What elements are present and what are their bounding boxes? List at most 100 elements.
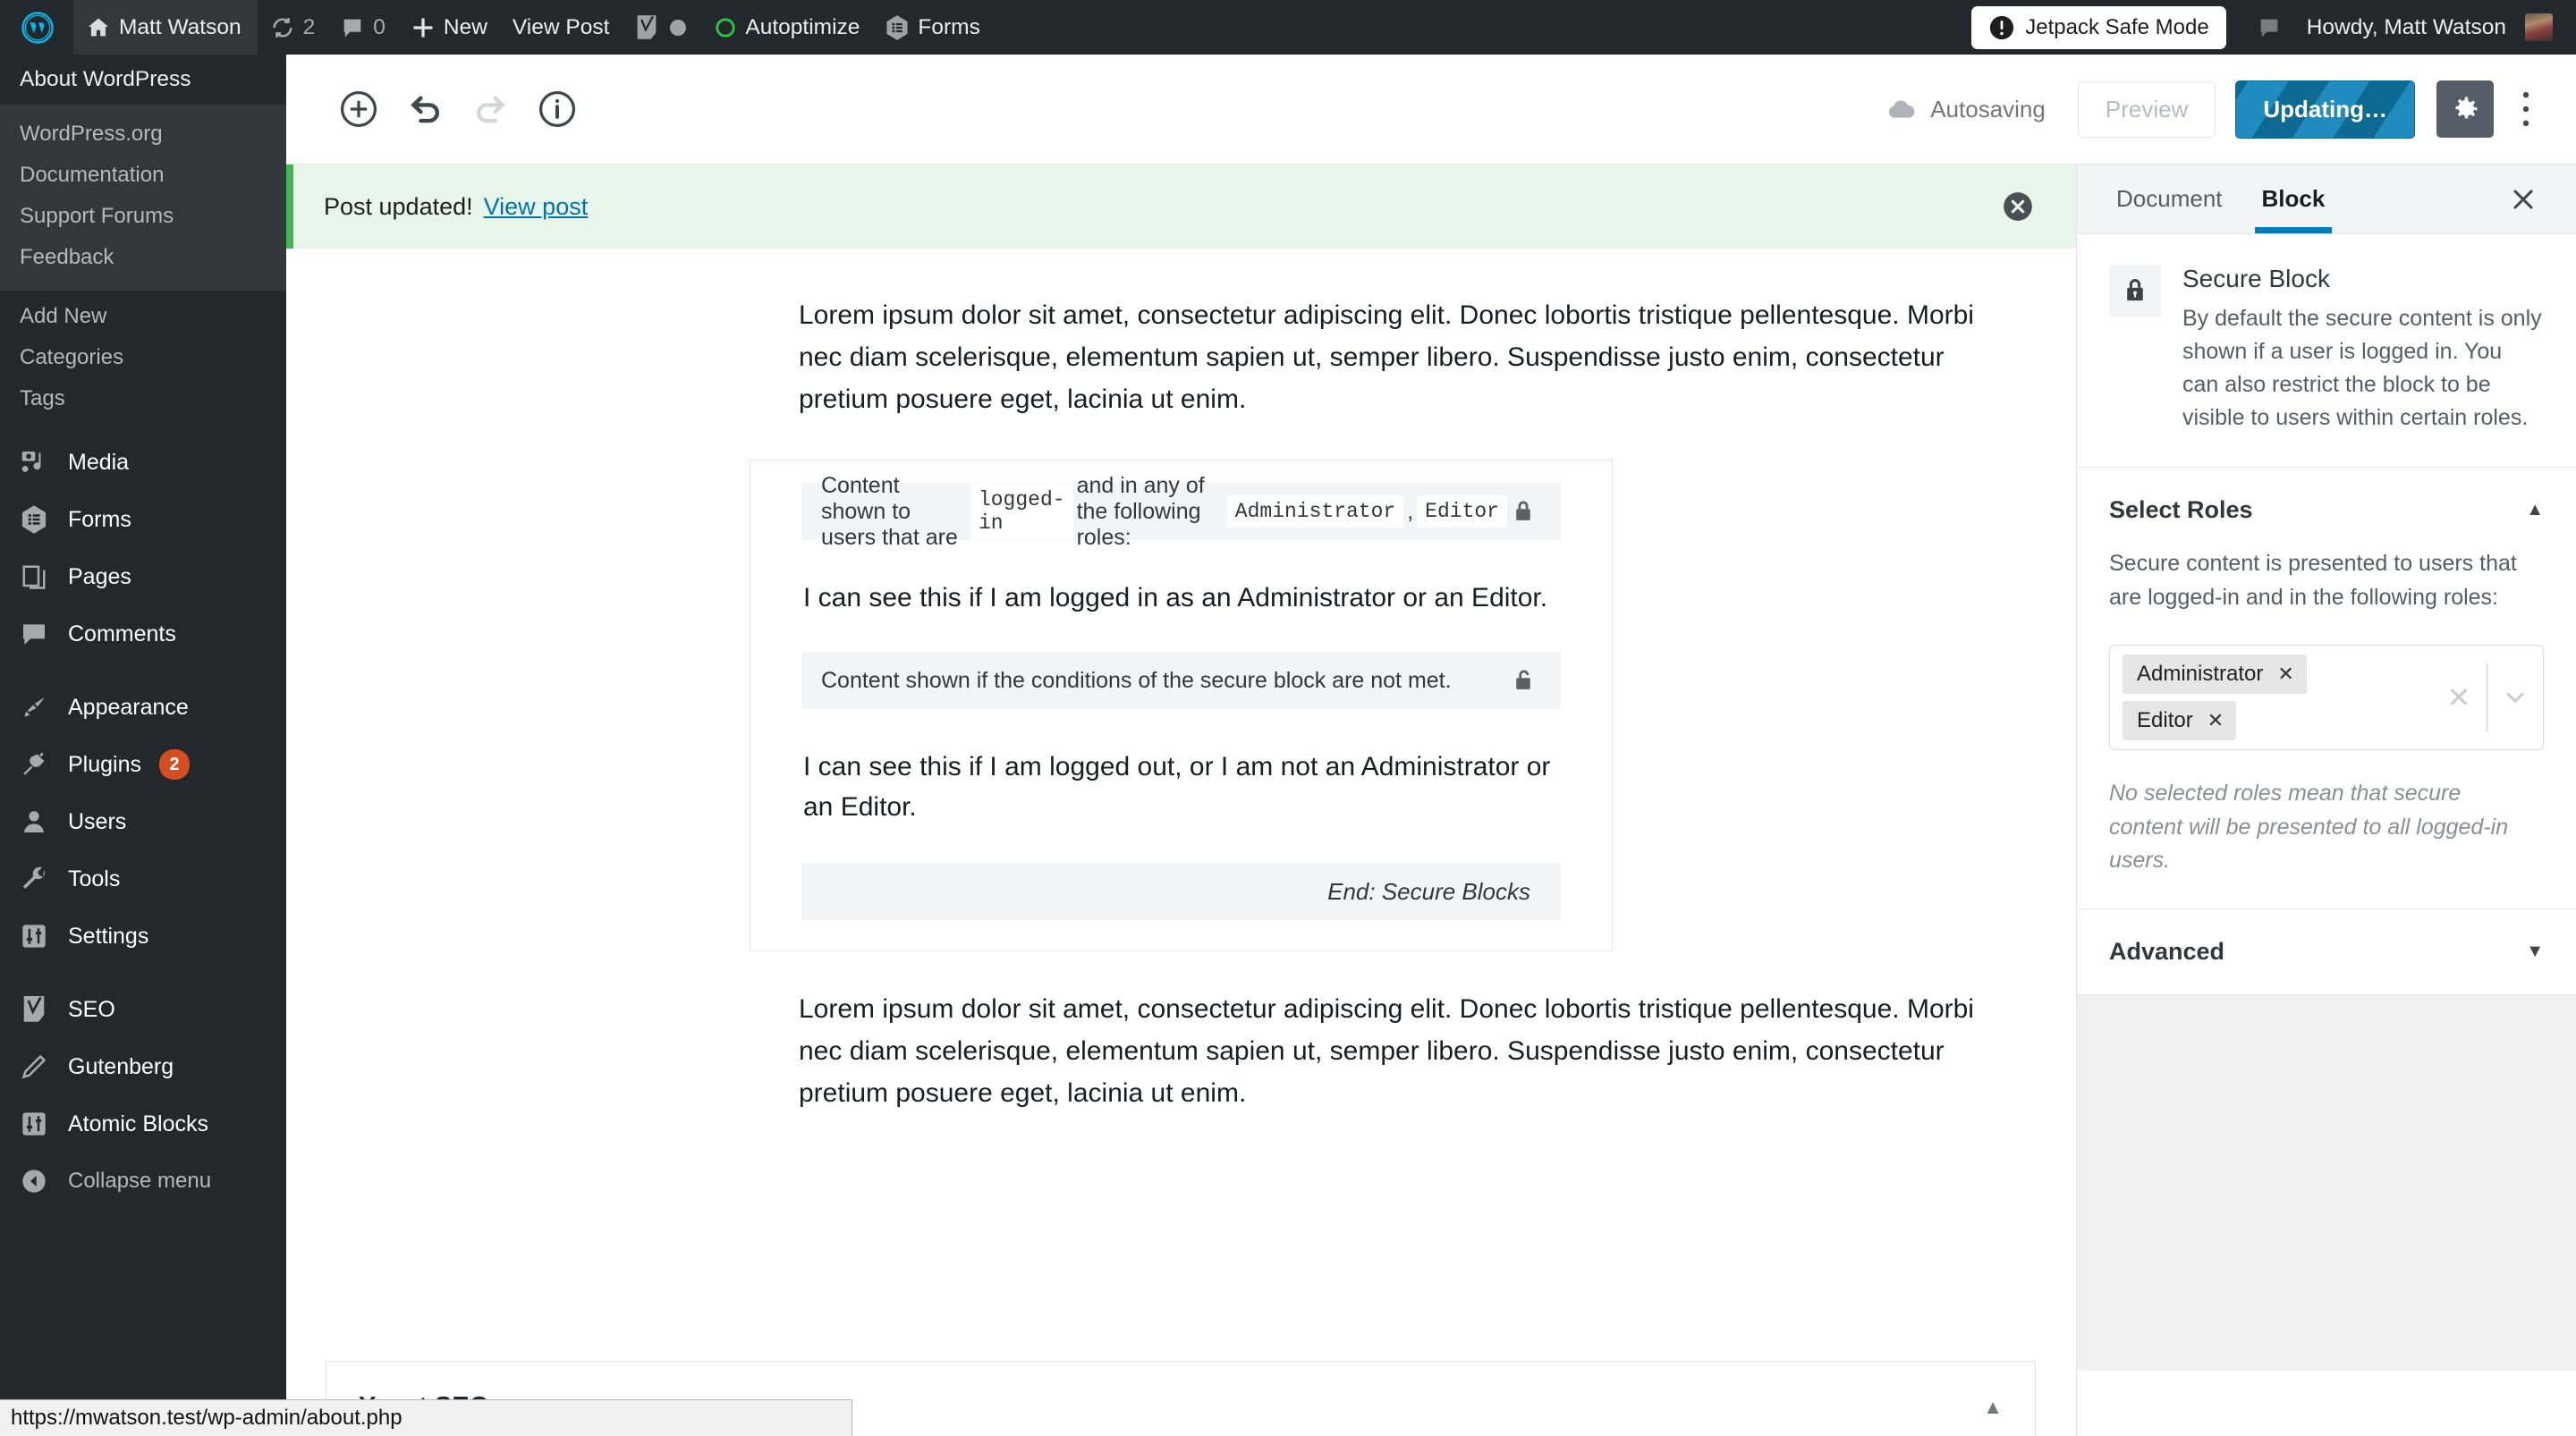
redo-button[interactable] <box>458 76 524 142</box>
condition-role-editor: Editor <box>1417 495 1507 528</box>
admin-bar: Matt Watson 2 0 New View Post Autoptimiz… <box>0 0 2576 55</box>
secure-block-selected[interactable]: Content shown to users that are logged-i… <box>750 460 1613 952</box>
sidebar-item-forms[interactable]: Forms <box>0 491 286 548</box>
user-account-menu[interactable]: Howdy, Matt Watson <box>2294 0 2576 55</box>
sidebar-item-feedback[interactable]: Feedback <box>0 237 286 278</box>
close-sidebar-button[interactable] <box>2501 165 2546 233</box>
submenu-label: Categories <box>20 345 124 369</box>
secure-block-fallback-header: Content shown if the conditions of the s… <box>801 652 1561 710</box>
caret-down-icon[interactable]: ▼ <box>2526 942 2544 962</box>
gear-icon <box>2449 93 2481 125</box>
sidebar-item-tools[interactable]: Tools <box>0 850 286 908</box>
comment-bubble-icon <box>340 15 365 40</box>
x-icon[interactable]: ✕ <box>2277 663 2293 686</box>
sidebar-item-appearance[interactable]: Appearance <box>0 679 286 736</box>
select-roles-header[interactable]: Select Roles ▲ <box>2077 468 2576 547</box>
sidebar-item-add-new[interactable]: Add New <box>0 296 286 337</box>
sidebar-item-seo[interactable]: SEO <box>0 981 286 1038</box>
sidebar-item-label: Media <box>68 449 130 475</box>
sidebar-item-label: Users <box>68 808 127 834</box>
sidebar-item-label: Tools <box>68 866 121 891</box>
site-name-menu[interactable]: Matt Watson <box>73 0 258 55</box>
flyout-label: Documentation <box>20 163 165 187</box>
sidebar-item-atomic-blocks[interactable]: Atomic Blocks <box>0 1095 286 1153</box>
new-content-button[interactable]: New <box>398 0 500 55</box>
wordpress-logo-button[interactable] <box>0 0 73 55</box>
caret-up-icon[interactable]: ▲ <box>1983 1396 2003 1419</box>
role-chip-editor[interactable]: Editor ✕ <box>2123 701 2237 740</box>
preview-button[interactable]: Preview <box>2077 80 2216 138</box>
selected-roles-chips: Administrator ✕ Editor ✕ <box>2123 655 2307 740</box>
sidebar-item-about-wordpress[interactable]: About WordPress <box>0 55 286 105</box>
paragraph-block-bottom[interactable]: Lorem ipsum dolor sit amet, consectetur … <box>286 989 2076 1114</box>
role-chip-administrator[interactable]: Administrator ✕ <box>2123 655 2307 694</box>
roles-multiselect[interactable]: Administrator ✕ Editor ✕ ✕ <box>2109 645 2544 750</box>
autosave-status: Autosaving <box>1885 93 2046 125</box>
admin-sidebar: About WordPress WordPress.org Documentat… <box>0 55 286 1436</box>
jetpack-safe-mode-button[interactable]: Jetpack Safe Mode <box>1971 5 2226 49</box>
sidebar-item-tags[interactable]: Tags <box>0 378 286 419</box>
collapse-menu-button[interactable]: Collapse menu <box>0 1153 286 1210</box>
tab-block[interactable]: Block <box>2242 165 2345 233</box>
forms-menu[interactable]: Forms <box>872 0 992 55</box>
sidebar-item-pages[interactable]: Pages <box>0 548 286 605</box>
new-label: New <box>443 14 487 39</box>
select-roles-description: Secure content is presented to users tha… <box>2109 551 2517 610</box>
plugins-update-badge: 2 <box>159 749 190 780</box>
autoptimize-menu[interactable]: Autoptimize <box>701 0 872 55</box>
sidebar-item-label: Plugins <box>68 751 141 777</box>
advanced-label: Advanced <box>2109 937 2225 965</box>
sidebar-item-users[interactable]: Users <box>0 793 286 850</box>
notifications-button[interactable] <box>2244 0 2294 55</box>
about-wordpress-flyout: WordPress.org Documentation Support Foru… <box>0 105 286 291</box>
secure-content-paragraph[interactable]: I can see this if I am logged in as an A… <box>801 578 1561 618</box>
kebab-menu-icon <box>2513 89 2538 129</box>
undo-button[interactable] <box>392 76 458 142</box>
submenu-label: Add New <box>20 304 107 328</box>
more-options-button[interactable] <box>2501 80 2551 138</box>
comments-button[interactable]: 0 <box>327 0 398 55</box>
x-icon[interactable]: ✕ <box>2207 709 2224 732</box>
collapse-menu-label: Collapse menu <box>68 1169 212 1193</box>
paragraph-block-top[interactable]: Lorem ipsum dolor sit amet, consectetur … <box>286 295 2076 420</box>
yoast-seo-menu[interactable] <box>622 0 701 55</box>
fallback-content-paragraph[interactable]: I can see this if I am logged out, or I … <box>801 747 1561 827</box>
roles-help-text: No selected roles mean that secure conte… <box>2109 781 2509 873</box>
jetpack-safe-mode-label: Jetpack Safe Mode <box>2025 14 2209 39</box>
sidebar-item-media[interactable]: Media <box>0 434 286 491</box>
notice-dismiss-button[interactable] <box>2001 190 2035 224</box>
sidebar-item-documentation[interactable]: Documentation <box>0 155 286 196</box>
comment-bubble-icon <box>2257 15 2282 40</box>
sidebar-item-comments[interactable]: Comments <box>0 605 286 663</box>
tab-document[interactable]: Document <box>2097 165 2242 233</box>
plus-icon <box>411 15 436 40</box>
comments-icon <box>18 618 50 650</box>
plug-icon <box>18 748 50 781</box>
updates-button[interactable]: 2 <box>258 0 328 55</box>
view-post-link[interactable]: View post <box>484 193 589 221</box>
settings-sliders-icon <box>18 1108 50 1140</box>
clear-x-icon[interactable]: ✕ <box>2431 680 2487 714</box>
content-info-button[interactable] <box>524 76 590 142</box>
view-post-button[interactable]: View Post <box>500 0 623 55</box>
add-block-button[interactable] <box>326 76 392 142</box>
lock-closed-icon <box>1511 498 1536 525</box>
yoast-seo-icon <box>18 993 50 1026</box>
sidebar-item-label: Comments <box>68 621 176 646</box>
sidebar-item-wordpress-org[interactable]: WordPress.org <box>0 114 286 155</box>
sidebar-item-support-forums[interactable]: Support Forums <box>0 196 286 237</box>
caret-up-icon[interactable]: ▲ <box>2526 500 2544 520</box>
wrench-icon <box>18 863 50 895</box>
post-updated-notice: Post updated! View post <box>286 165 2076 249</box>
update-button[interactable]: Updating… <box>2235 80 2415 139</box>
howdy-label: Howdy, Matt Watson <box>2306 14 2506 39</box>
settings-toggle-button[interactable] <box>2436 80 2494 138</box>
sidebar-item-categories[interactable]: Categories <box>0 337 286 378</box>
sidebar-item-plugins[interactable]: Plugins 2 <box>0 736 286 793</box>
sidebar-item-settings[interactable]: Settings <box>0 908 286 965</box>
sidebar-item-gutenberg[interactable]: Gutenberg <box>0 1038 286 1095</box>
forms-label: Forms <box>918 14 980 39</box>
chevron-down-icon[interactable] <box>2487 682 2543 713</box>
advanced-panel-header[interactable]: Advanced ▼ <box>2077 909 2576 995</box>
about-wordpress-label: About WordPress <box>20 67 191 91</box>
